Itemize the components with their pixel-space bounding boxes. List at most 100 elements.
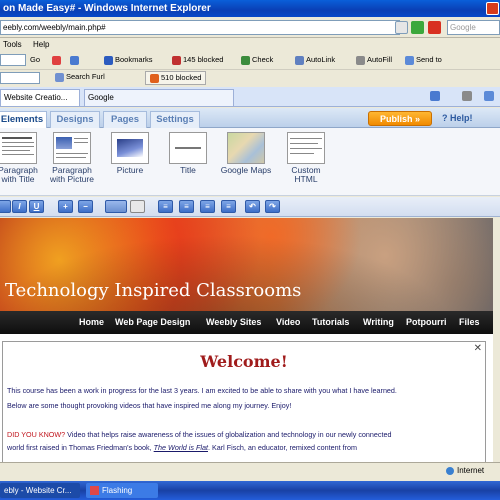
tab-designs[interactable]: Designs — [50, 111, 100, 128]
videos-paragraph: Below are some thought provoking videos … — [7, 401, 292, 410]
close-window-button[interactable] — [486, 2, 499, 15]
go-button[interactable]: Go — [30, 55, 40, 64]
nav-home[interactable]: Home — [79, 317, 104, 327]
undo-icon[interactable]: ↶ — [245, 200, 260, 213]
formatting-toolbar: I U + − ≡ ≡ ≡ ≡ ↶ ↷ — [0, 197, 500, 217]
sendto-button[interactable]: Send to — [405, 55, 442, 65]
underline-button[interactable]: U — [29, 200, 44, 213]
nav-video[interactable]: Video — [276, 317, 300, 327]
site-canvas: Technology Inspired Classrooms Home Web … — [0, 218, 493, 470]
home-icon[interactable] — [430, 91, 440, 101]
furl-toolbar: Search Furl 510 blocked — [0, 70, 500, 86]
site-nav-bar: Home Web Page Design Weebly Sites Video … — [0, 311, 493, 334]
element-title[interactable]: Title — [162, 132, 214, 175]
did-you-know-paragraph: DID YOU KNOW? Video that helps raise awa… — [7, 430, 392, 439]
browser-tab-row: Website Creatio... Google — [0, 87, 500, 107]
justify-icon[interactable]: ≡ — [221, 200, 236, 213]
align-right-icon[interactable]: ≡ — [200, 200, 215, 213]
title-thumbnail — [169, 132, 207, 164]
nav-weebly-sites[interactable]: Weebly Sites — [206, 317, 261, 327]
toolbar-icon[interactable] — [70, 55, 81, 65]
element-picture[interactable]: Picture — [104, 132, 156, 175]
nav-files[interactable]: Files — [459, 317, 480, 327]
links-toolbar: Go Bookmarks 145 blocked Check AutoLink … — [0, 52, 500, 70]
windows-taskbar: ebly - Website Cr... Flashing — [0, 481, 500, 500]
world-is-flat-link[interactable]: The World is Flat — [154, 443, 208, 452]
refresh-icon[interactable] — [411, 21, 424, 34]
google-icon[interactable] — [52, 55, 63, 65]
page-menu-icon[interactable] — [484, 91, 494, 101]
check-icon — [241, 55, 250, 65]
status-zone: Internet — [446, 466, 484, 475]
menu-tools[interactable]: Tools — [3, 40, 22, 49]
autolink-button[interactable]: AutoLink — [295, 55, 335, 65]
furl-icon — [55, 72, 64, 82]
nav-potpourri[interactable]: Potpourri — [406, 317, 447, 327]
element-paragraph-with-picture[interactable]: Paragraph with Picture — [46, 132, 98, 184]
furl-combo[interactable] — [0, 72, 40, 84]
nav-tutorials[interactable]: Tutorials — [312, 317, 349, 327]
element-google-maps[interactable]: Google Maps — [220, 132, 272, 175]
redo-icon[interactable]: ↷ — [265, 200, 280, 213]
taskbar-flashing[interactable]: Flashing — [86, 483, 158, 498]
element-paragraph-with-title[interactable]: Paragraph with Title — [0, 132, 44, 184]
nav-writing[interactable]: Writing — [363, 317, 394, 327]
star-icon — [104, 55, 113, 65]
flash-icon — [90, 486, 99, 496]
bookmarks-button[interactable]: Bookmarks — [104, 55, 153, 65]
font-size-up-button[interactable]: + — [58, 200, 73, 213]
autofill-icon — [356, 55, 365, 65]
nav-web-page-design[interactable]: Web Page Design — [115, 317, 190, 327]
bold-button[interactable] — [0, 200, 11, 213]
link-icon[interactable] — [130, 200, 145, 213]
intro-paragraph: This course has been a work in progress … — [7, 386, 397, 395]
font-size-down-button[interactable]: − — [78, 200, 93, 213]
menu-bar: Tools Help — [0, 38, 500, 52]
question-icon: ? — [442, 113, 448, 123]
search-furl-button[interactable]: Search Furl — [55, 72, 105, 82]
elements-panel: Paragraph with Title Paragraph with Pict… — [0, 128, 500, 196]
blocker-icon — [172, 55, 181, 65]
dropdown-arrow-icon[interactable] — [395, 21, 408, 34]
stop-icon[interactable] — [428, 21, 441, 34]
url-input[interactable]: eebly.com/weebly/main.php# — [0, 20, 400, 35]
toolbar-combo[interactable] — [0, 54, 26, 66]
tab-elements[interactable]: Elements — [0, 111, 47, 128]
autofill-button[interactable]: AutoFill — [356, 55, 392, 65]
content-block[interactable]: ✕ Welcome! This course has been a work i… — [2, 341, 486, 470]
menu-help[interactable]: Help — [33, 40, 49, 49]
taskbar-ie-window[interactable]: ebly - Website Cr... — [0, 483, 80, 498]
welcome-heading: Welcome! — [200, 352, 288, 371]
tab-website-creation[interactable]: Website Creatio... — [0, 89, 80, 106]
tab-google[interactable]: Google — [84, 89, 234, 106]
italic-button[interactable]: I — [12, 200, 27, 213]
map-thumbnail — [227, 132, 265, 164]
align-left-icon[interactable]: ≡ — [158, 200, 173, 213]
autolink-icon — [295, 55, 304, 65]
publish-button[interactable]: Publish » — [368, 111, 432, 126]
align-center-icon[interactable]: ≡ — [179, 200, 194, 213]
blocker-icon — [150, 73, 159, 83]
paragraph-picture-thumbnail — [53, 132, 91, 164]
spellcheck-button[interactable]: Check — [241, 55, 273, 65]
print-icon[interactable] — [462, 91, 472, 101]
globe-icon — [446, 466, 454, 475]
status-bar: Internet — [0, 462, 500, 479]
site-title[interactable]: Technology Inspired Classrooms — [5, 280, 301, 301]
friedman-paragraph: world first raised in Thomas Friedman's … — [7, 443, 357, 452]
element-custom-html[interactable]: Custom HTML — [280, 132, 332, 184]
tab-settings[interactable]: Settings — [150, 111, 200, 128]
window-title: on Made Easy# - Windows Internet Explore… — [3, 3, 211, 14]
window-titlebar: on Made Easy# - Windows Internet Explore… — [0, 0, 500, 17]
font-color-button[interactable] — [105, 200, 127, 213]
popup-blocked-button[interactable]: 510 blocked — [145, 71, 207, 85]
search-input[interactable]: Google — [447, 20, 500, 35]
did-you-know-label: DID YOU KNOW? — [7, 430, 66, 439]
picture-thumbnail — [111, 132, 149, 164]
send-icon — [405, 55, 414, 65]
popup-blocker-button[interactable]: 145 blocked — [172, 55, 223, 65]
vertical-scrollbar[interactable] — [493, 218, 500, 470]
tab-pages[interactable]: Pages — [103, 111, 147, 128]
help-link[interactable]: ? Help! — [442, 113, 473, 123]
address-bar: eebly.com/weebly/main.php# Google — [0, 17, 500, 38]
